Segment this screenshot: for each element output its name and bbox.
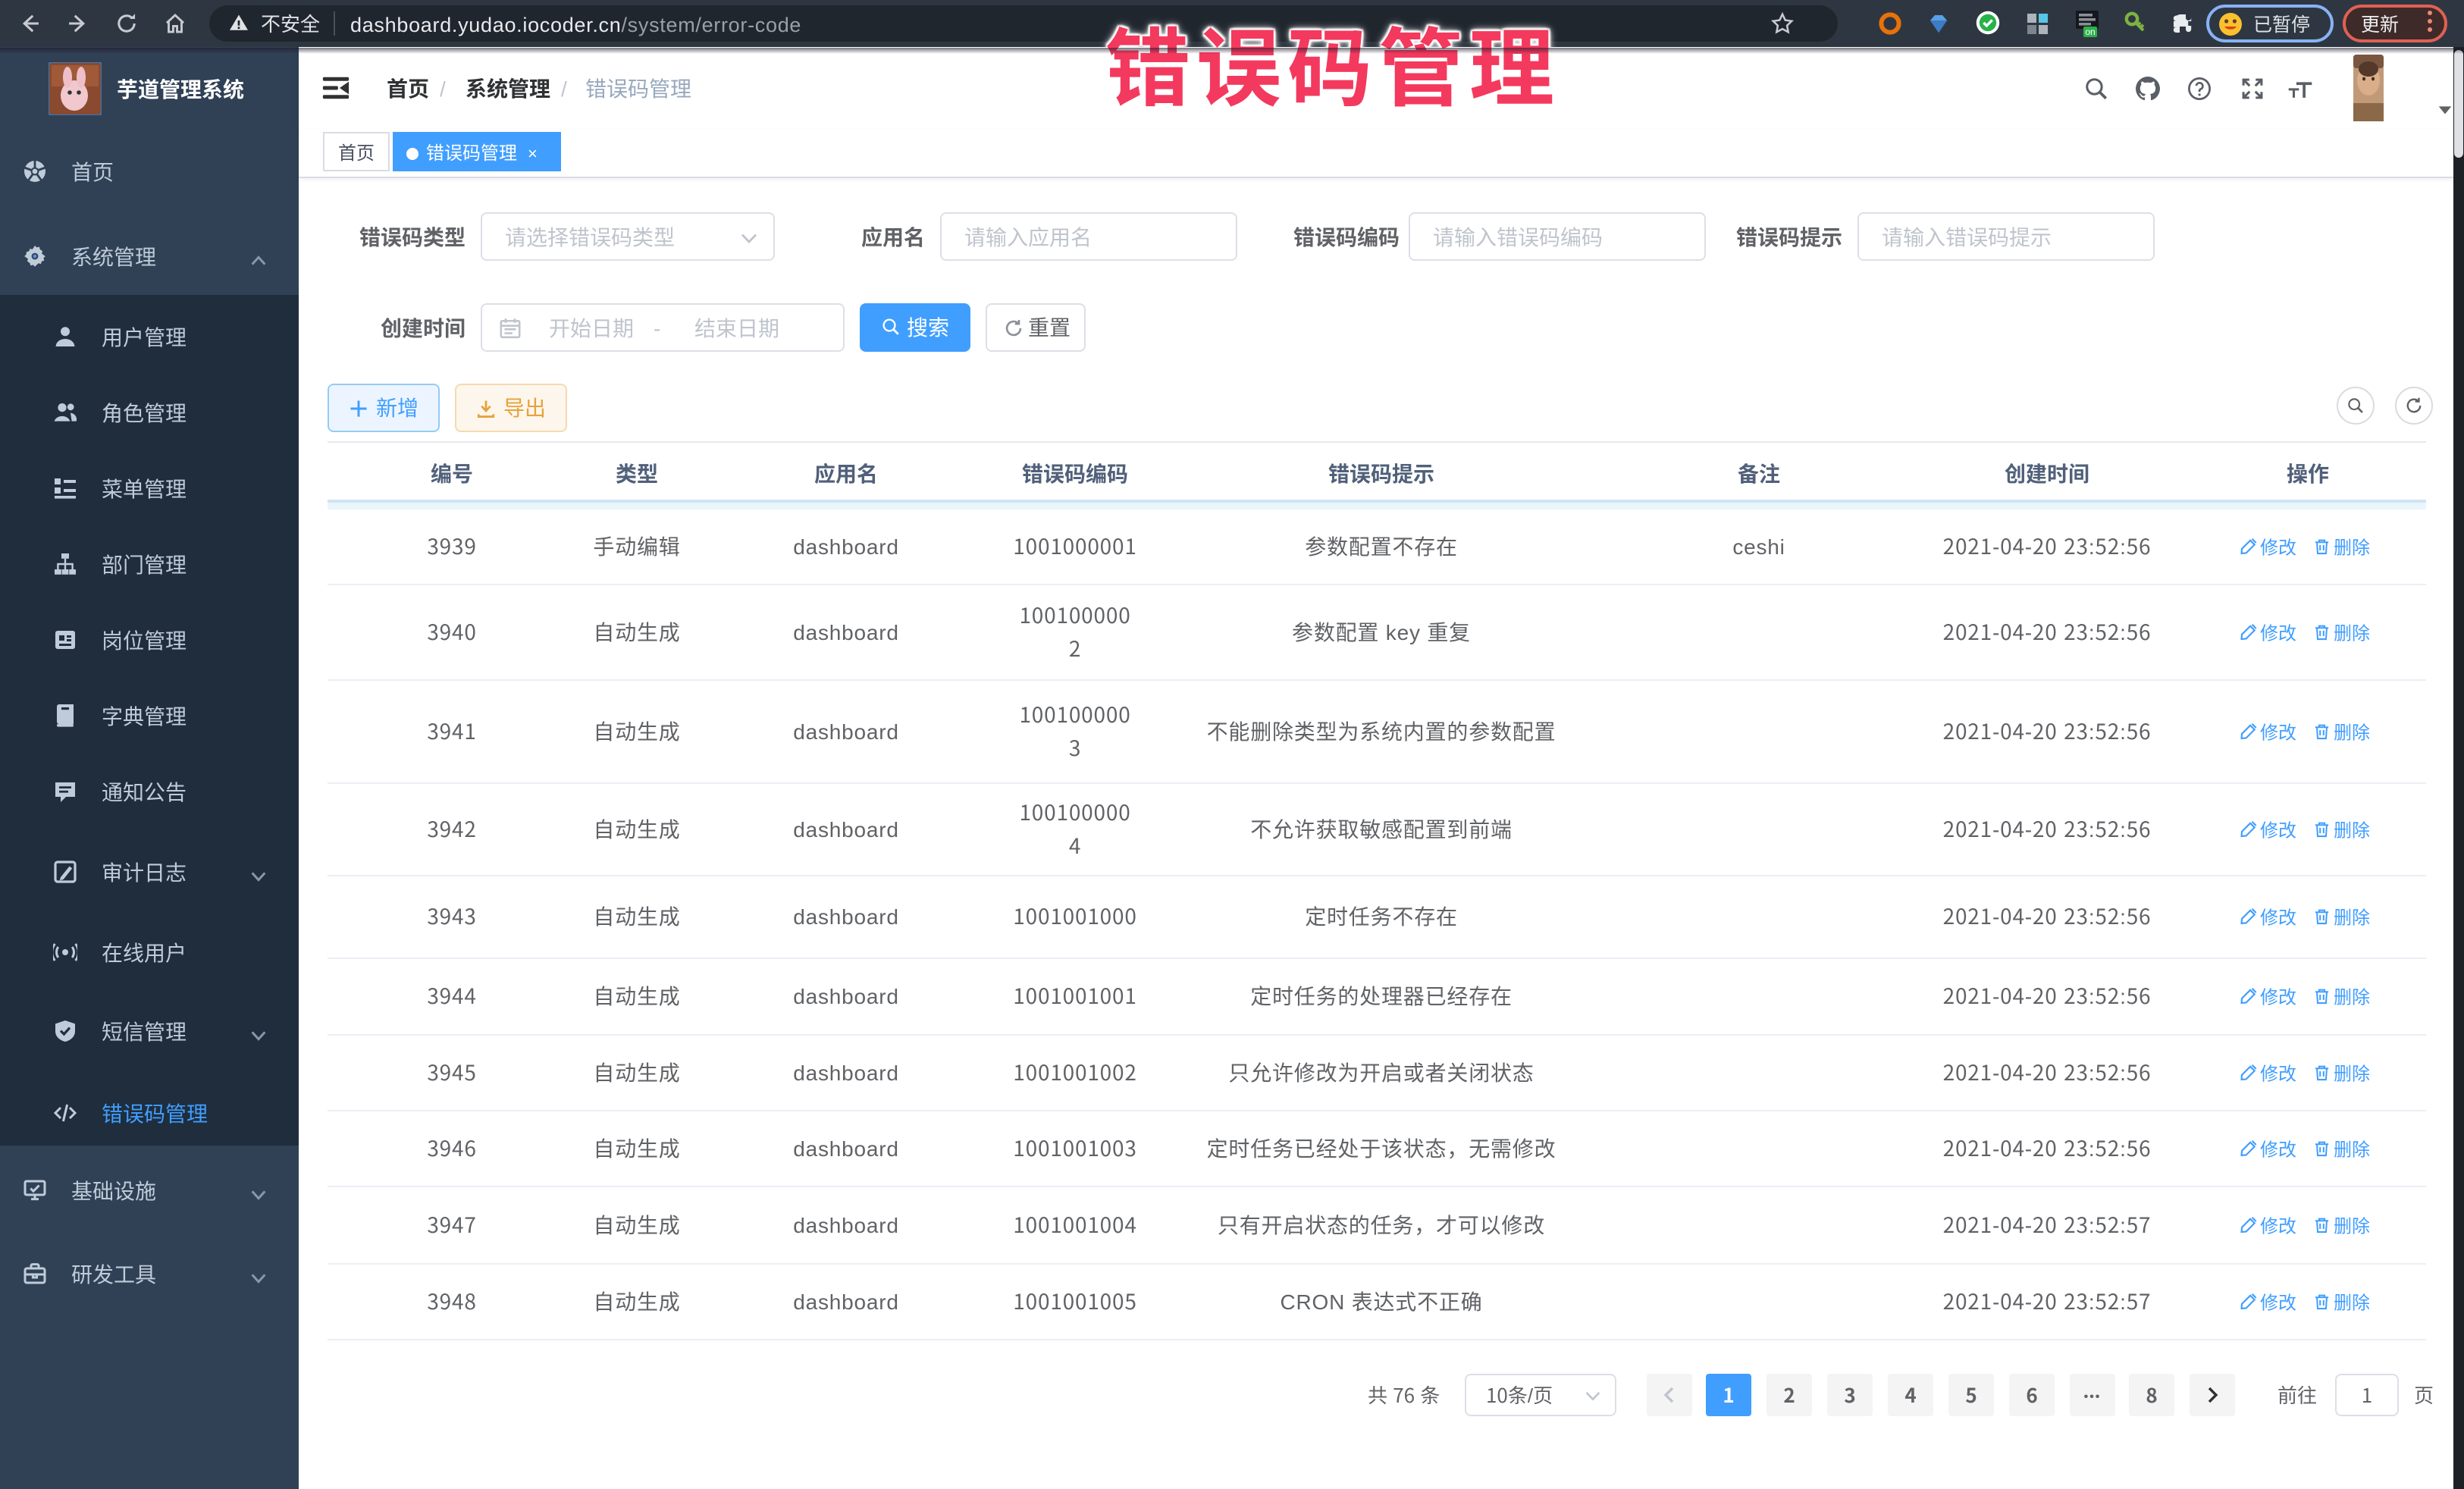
svg-text:on: on bbox=[2085, 27, 2095, 37]
